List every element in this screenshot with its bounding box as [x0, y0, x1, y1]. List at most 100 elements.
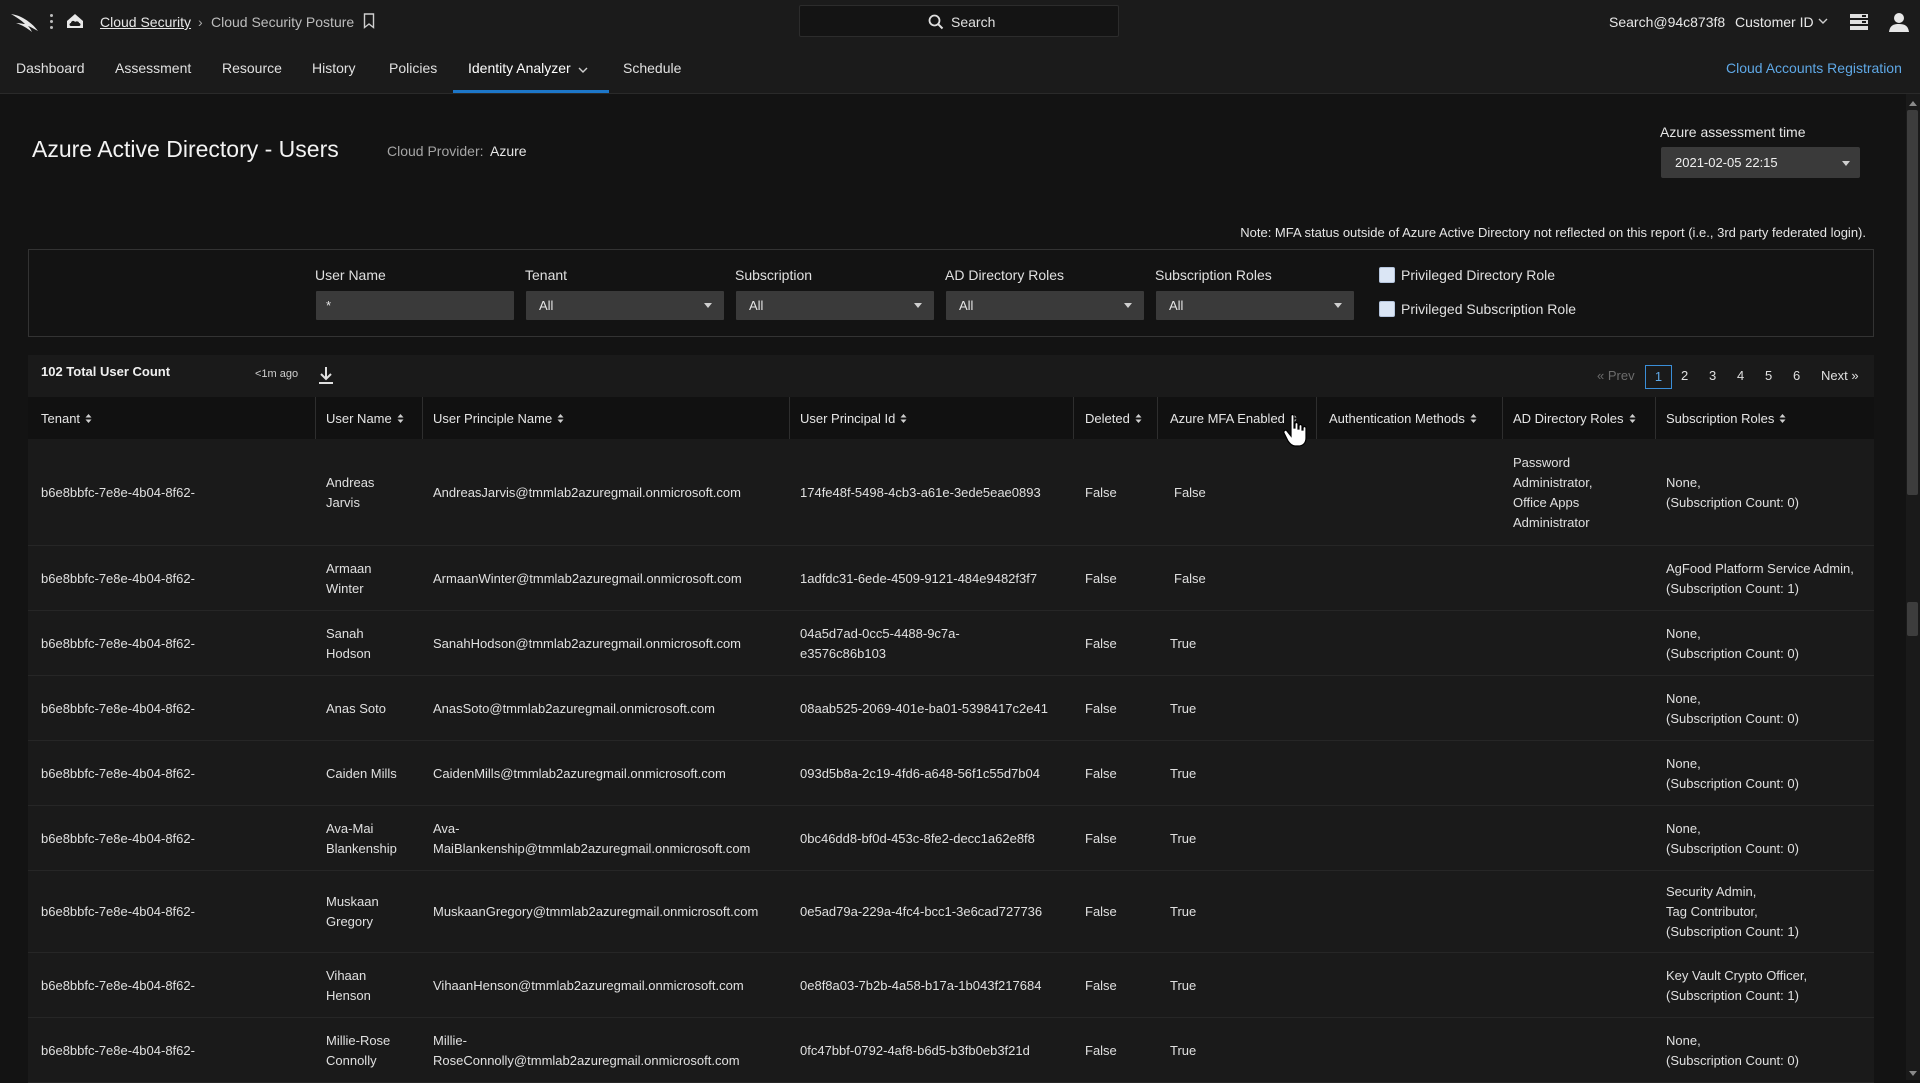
cell-line: Millie- — [433, 1033, 467, 1048]
cell-line: Millie-Rose — [326, 1033, 391, 1048]
nav-identity-analyzer[interactable]: Identity Analyzer — [468, 60, 571, 76]
pagination-page-current[interactable]: 1 — [1645, 365, 1672, 389]
pagination-page[interactable]: 4 — [1737, 368, 1744, 383]
download-icon[interactable] — [318, 365, 334, 385]
main-nav: Dashboard Assessment Resource History Po… — [0, 44, 1920, 94]
app-menu-icon[interactable] — [48, 12, 54, 32]
privileged-directory-role-checkbox[interactable] — [1379, 267, 1395, 283]
nav-policies[interactable]: Policies — [389, 60, 437, 76]
pagination-page[interactable]: 3 — [1709, 368, 1716, 383]
assessment-time-select[interactable]: 2021-02-05 22:15 — [1661, 147, 1860, 178]
scrollbar-thumb[interactable] — [1907, 110, 1918, 495]
cell-line: AnasSoto@tmmlab2azuregmail.onmicrosoft.c… — [433, 701, 715, 716]
cell-user-principle-name: CaidenMills@tmmlab2azuregmail.onmicrosof… — [433, 764, 726, 784]
privileged-subscription-role-checkbox[interactable] — [1379, 301, 1395, 317]
column-header-tenant[interactable]: Tenant — [41, 411, 92, 426]
cell-line: b6e8bbfc-7e8e-4b04-8f62- — [41, 831, 195, 846]
falcon-logo-icon[interactable] — [10, 11, 40, 33]
cell-subscription-roles: AgFood Platform Service Admin, (Subscript… — [1666, 559, 1854, 599]
cell-line: b6e8bbfc-7e8e-4b04-8f62- — [41, 701, 195, 716]
cell-line: False — [1085, 1043, 1117, 1058]
bookmark-icon[interactable] — [363, 13, 375, 29]
scroll-down-arrow-icon[interactable] — [1909, 1071, 1917, 1076]
column-header-ad-directory-roles[interactable]: AD Directory Roles — [1513, 411, 1636, 426]
column-header-user-name[interactable]: User Name — [326, 411, 404, 426]
column-divider — [1502, 397, 1503, 439]
user-profile-icon[interactable] — [1888, 11, 1910, 33]
cell-user-principle-name: ArmaanWinter@tmmlab2azuregmail.onmicroso… — [433, 569, 742, 589]
cell-line: (Subscription Count: 0) — [1666, 1053, 1799, 1068]
cell-line: (Subscription Count: 0) — [1666, 776, 1799, 791]
cell-line: True — [1170, 766, 1197, 781]
sub-roles-filter-select[interactable]: All — [1156, 291, 1354, 320]
cell-deleted: False — [1085, 829, 1117, 849]
pagination-page[interactable]: 6 — [1793, 368, 1800, 383]
column-divider — [315, 397, 316, 439]
column-header-authentication-methods[interactable]: Authentication Methods — [1329, 411, 1477, 426]
cell-line: Henson — [326, 988, 371, 1003]
cell-subscription-roles: Key Vault Crypto Officer, (Subscription C… — [1666, 966, 1807, 1006]
nav-assessment[interactable]: Assessment — [115, 60, 191, 76]
nav-schedule[interactable]: Schedule — [623, 60, 681, 76]
breadcrumb-cloud-security[interactable]: Cloud Security — [100, 14, 191, 30]
sort-icon — [1135, 414, 1142, 423]
column-header-label: User Name — [326, 411, 392, 426]
cell-line: Vihaan — [326, 968, 367, 983]
cell-line: b6e8bbfc-7e8e-4b04-8f62- — [41, 1043, 195, 1058]
column-header-subscription-roles[interactable]: Subscription Roles — [1666, 411, 1786, 426]
cell-line: 093d5b8a-2c19-4fd6-a648-56f1c55d7b04 — [800, 766, 1040, 781]
column-divider — [1655, 397, 1656, 439]
customer-id-dropdown[interactable]: Customer ID — [1735, 14, 1814, 30]
pagination-prev[interactable]: « Prev — [1597, 368, 1635, 383]
cell-line: (Subscription Count: 0) — [1666, 711, 1799, 726]
cell-azure-mfa-enabled: True — [1170, 764, 1196, 784]
column-header-user-principal-id[interactable]: User Principal Id — [800, 411, 907, 426]
cell-line: False — [1085, 831, 1117, 846]
cell-line: 08aab525-2069-401e-ba01-5398417c2e41 — [800, 701, 1048, 716]
cell-line: True — [1170, 636, 1197, 651]
cell-line: Sanah — [326, 626, 364, 641]
cell-line: None, — [1666, 691, 1701, 706]
scroll-up-arrow-icon[interactable] — [1909, 101, 1917, 106]
cell-user-principle-name: SanahHodson@tmmlab2azuregmail.onmicrosof… — [433, 634, 741, 654]
cell-ad-directory-roles: Password Administrator, Office Apps Adminis… — [1513, 453, 1592, 533]
user-name-filter-input[interactable] — [316, 291, 514, 320]
cell-line: None, — [1666, 756, 1701, 771]
column-header-azure-mfa-enabled[interactable]: Azure MFA Enabled — [1170, 411, 1297, 426]
cell-line: RoseConnolly@tmmlab2azuregmail.onmicroso… — [433, 1053, 740, 1068]
subscription-filter-select[interactable]: All — [736, 291, 934, 320]
cell-user-principal-id: 0bc46dd8-bf0d-453c-8fe2-decc1a62e8f8 — [800, 829, 1035, 849]
column-header-deleted[interactable]: Deleted — [1085, 411, 1142, 426]
scrollbar-thumb-secondary[interactable] — [1907, 602, 1918, 636]
cell-line: 0e8f8a03-7b2b-4a58-b17a-1b043f217684 — [800, 978, 1042, 993]
column-header-label: Subscription Roles — [1666, 411, 1775, 426]
global-search-box[interactable]: Search — [799, 5, 1119, 37]
cell-line: e3576c86b103 — [800, 646, 887, 661]
user-account[interactable]: Search@94c873f8 — [1609, 14, 1725, 30]
cell-line: (Subscription Count: 0) — [1666, 495, 1799, 510]
cloud-accounts-registration-link[interactable]: Cloud Accounts Registration — [1726, 60, 1902, 76]
tenant-filter-select[interactable]: All — [526, 291, 724, 320]
column-header-label: Authentication Methods — [1329, 411, 1465, 426]
ad-roles-filter-select[interactable]: All — [946, 291, 1144, 320]
column-header-user-principle-name[interactable]: User Principle Name — [433, 411, 564, 426]
cell-line: False — [1085, 571, 1117, 586]
cell-line: Blankenship — [326, 841, 397, 856]
cell-line: MaiBlankenship@tmmlab2azuregmail.onmicro… — [433, 841, 751, 856]
pagination-page[interactable]: 2 — [1681, 368, 1688, 383]
cell-user-name: Ava-Mai Blankenship — [326, 819, 397, 859]
nav-resource[interactable]: Resource — [222, 60, 282, 76]
pagination-next[interactable]: Next » — [1821, 368, 1859, 383]
tenant-filter-value: All — [539, 298, 554, 313]
cell-user-principle-name: MuskaanGregory@tmmlab2azuregmail.onmicro… — [433, 902, 758, 922]
nav-dashboard[interactable]: Dashboard — [16, 60, 85, 76]
pagination-page[interactable]: 5 — [1765, 368, 1772, 383]
cell-subscription-roles: None, (Subscription Count: 0) — [1666, 689, 1799, 729]
cloud-home-icon[interactable] — [64, 11, 86, 31]
cell-line: Connolly — [326, 1053, 377, 1068]
page-title: Azure Active Directory - Users — [32, 136, 339, 162]
nav-history[interactable]: History — [312, 60, 356, 76]
ad-roles-filter-value: All — [959, 298, 974, 313]
notifications-tray-icon[interactable] — [1848, 12, 1870, 32]
sub-roles-filter-label: Subscription Roles — [1155, 267, 1272, 283]
